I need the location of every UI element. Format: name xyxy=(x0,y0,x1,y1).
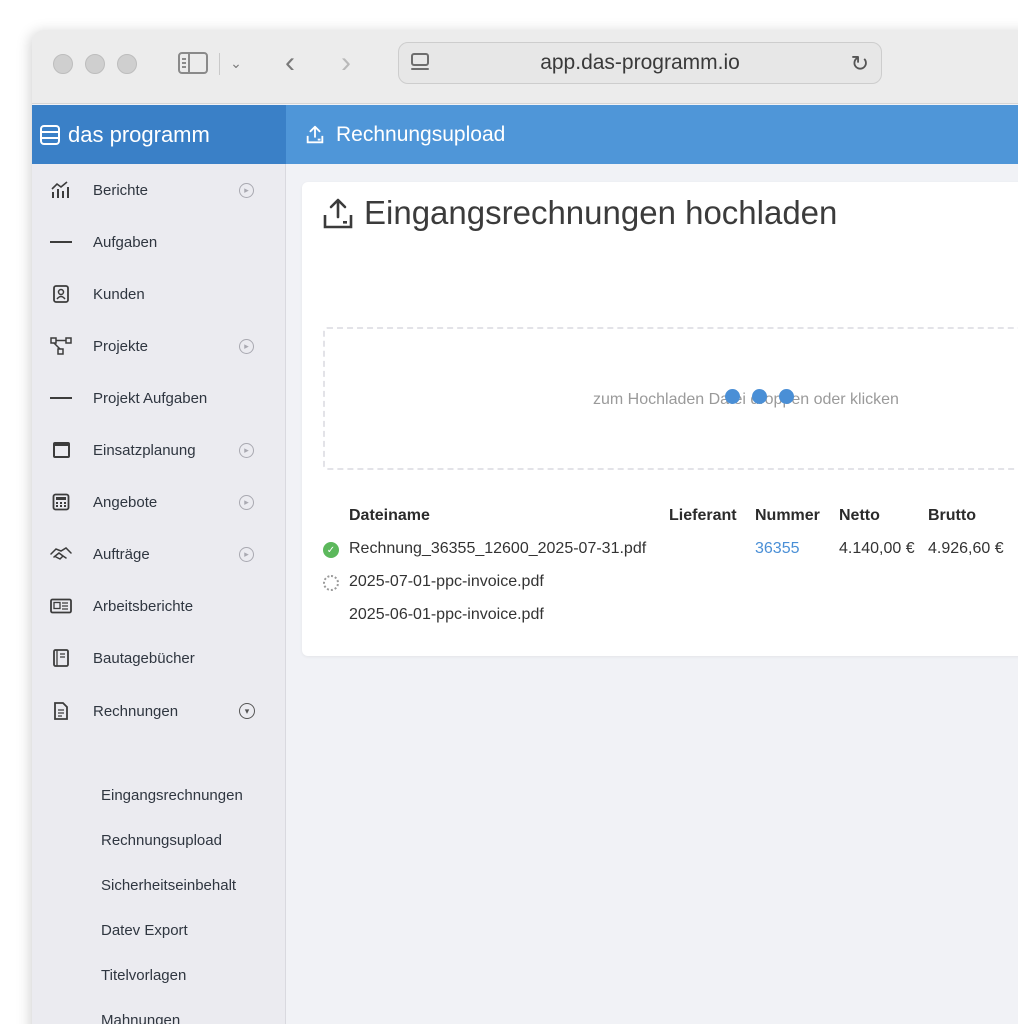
sidebar-item-label: Projekte xyxy=(93,337,149,355)
toolbar-divider xyxy=(219,53,220,75)
project-tree-icon xyxy=(50,335,72,357)
sidebar-item-aufgaben[interactable]: Aufgaben xyxy=(32,222,286,262)
chevron-right-icon[interactable]: ▸ xyxy=(239,182,254,198)
close-window-button[interactable] xyxy=(53,54,73,74)
sidebar-item-label: Kunden xyxy=(93,285,145,303)
upload-card: Eingangsrechnungen hochladen zum Hochlad… xyxy=(302,182,1018,656)
minimize-window-button[interactable] xyxy=(85,54,105,74)
chevron-down-icon[interactable]: ⌄ xyxy=(228,48,244,78)
page-title: Rechnungsupload xyxy=(336,122,506,146)
sidebar-item-projekt-aufgaben[interactable]: Projekt Aufgaben xyxy=(32,378,286,418)
chevron-right-icon[interactable]: ▸ xyxy=(239,442,254,458)
address-bar[interactable]: app.das-programm.io ↻ xyxy=(398,42,882,84)
sidebar-item-label: Bautagebücher xyxy=(93,649,195,667)
sidebar-item-label: Angebote xyxy=(93,493,158,511)
row-filename: 2025-06-01-ppc-invoice.pdf xyxy=(349,606,544,623)
row-netto: 4.140,00 € xyxy=(839,540,915,557)
upload-icon xyxy=(323,198,353,229)
sidebar-toggle-icon[interactable] xyxy=(176,48,210,78)
back-arrow-icon[interactable]: ‹ xyxy=(278,46,302,79)
calendar-icon xyxy=(50,439,72,461)
invoice-icon xyxy=(50,700,72,722)
sidebar-item-label: Berichte xyxy=(93,181,149,199)
chevron-right-icon[interactable]: ▸ xyxy=(239,338,254,354)
sidebar-item-angebote[interactable]: Angebote ▸ xyxy=(32,482,286,522)
browser-window: ⌄ ‹ › app.das-programm.io ↻ das programm… xyxy=(32,30,1018,1024)
column-header-lieferant[interactable]: Lieferant xyxy=(669,507,737,525)
row-filename: 2025-07-01-ppc-invoice.pdf xyxy=(349,573,544,590)
column-header-dateiname[interactable]: Dateiname xyxy=(349,507,430,525)
brand-header[interactable]: das programm xyxy=(32,105,286,164)
reload-icon[interactable]: ↻ xyxy=(851,51,869,77)
forward-arrow-icon[interactable]: › xyxy=(334,46,358,79)
brand-name: das programm xyxy=(68,121,210,147)
calculator-icon xyxy=(50,491,72,513)
sidebar-item-projekte[interactable]: Projekte ▸ xyxy=(32,326,286,366)
upload-icon xyxy=(306,125,324,143)
sidebar-item-label: Aufträge xyxy=(93,545,150,563)
chevron-right-icon[interactable]: ▸ xyxy=(239,546,254,562)
sidebar-subitem-sicherheitseinbehalt[interactable]: Sicherheitseinbehalt xyxy=(101,874,236,898)
column-header-netto[interactable]: Netto xyxy=(839,507,880,525)
row-filename: Rechnung_36355_12600_2025-07-31.pdf xyxy=(349,540,647,557)
sidebar-item-arbeitsberichte[interactable]: Arbeitsberichte xyxy=(32,586,286,626)
sidebar-item-label: Arbeitsberichte xyxy=(93,597,194,615)
sidebar-item-label: Rechnungen xyxy=(93,702,179,720)
check-circle-icon: ✓ xyxy=(323,542,339,558)
checklist-icon xyxy=(50,387,72,409)
database-icon xyxy=(40,124,60,145)
column-header-nummer[interactable]: Nummer xyxy=(755,507,820,525)
contact-icon xyxy=(50,283,72,305)
chevron-down-icon[interactable]: ▾ xyxy=(239,703,255,719)
sidebar-item-auftraege[interactable]: Aufträge ▸ xyxy=(32,534,286,574)
browser-titlebar: ⌄ ‹ › app.das-programm.io ↻ xyxy=(32,30,1018,104)
loading-dots-indicator xyxy=(725,389,794,404)
url-text: app.das-programm.io xyxy=(540,51,740,74)
file-dropzone[interactable]: zum Hochladen Datei droppen oder klicken xyxy=(323,327,1018,470)
newspaper-icon xyxy=(50,595,72,617)
chevron-right-icon[interactable]: ▸ xyxy=(239,494,254,510)
sidebar-item-label: Projekt Aufgaben xyxy=(93,389,208,407)
zoom-window-button[interactable] xyxy=(117,54,137,74)
sidebar-item-bautagebuecher[interactable]: Bautagebücher xyxy=(32,638,286,678)
page-header: Rechnungsupload xyxy=(286,105,1018,164)
sidebar-item-rechnungen[interactable]: Rechnungen ▾ xyxy=(32,691,286,731)
row-brutto: 4.926,60 € xyxy=(928,540,1004,557)
sidebar: Berichte ▸ Aufgaben Kunden Projekte ▸ Pr… xyxy=(32,164,286,1024)
checklist-icon xyxy=(50,231,72,253)
column-header-brutto[interactable]: Brutto xyxy=(928,507,976,525)
sidebar-item-kunden[interactable]: Kunden xyxy=(32,274,286,314)
handshake-icon xyxy=(50,543,72,565)
sidebar-item-berichte[interactable]: Berichte ▸ xyxy=(32,170,286,210)
sidebar-subitem-mahnungen[interactable]: Mahnungen xyxy=(101,1009,180,1024)
card-title: Eingangsrechnungen hochladen xyxy=(364,194,838,231)
sidebar-item-label: Aufgaben xyxy=(93,233,158,251)
sidebar-subitem-eingangsrechnungen[interactable]: Eingangsrechnungen xyxy=(101,784,243,808)
book-icon xyxy=(50,647,72,669)
sidebar-subitem-rechnungsupload[interactable]: Rechnungsupload xyxy=(101,829,222,853)
sidebar-item-label: Einsatzplanung xyxy=(93,441,196,459)
sidebar-item-einsatzplanung[interactable]: Einsatzplanung ▸ xyxy=(32,430,286,470)
page-settings-icon[interactable] xyxy=(411,53,429,73)
sidebar-subitem-titelvorlagen[interactable]: Titelvorlagen xyxy=(101,964,186,988)
row-nummer-link[interactable]: 36355 xyxy=(755,540,800,558)
spinner-icon xyxy=(323,575,339,591)
sidebar-subitem-datev-export[interactable]: Datev Export xyxy=(101,919,188,943)
chart-icon xyxy=(50,179,72,201)
